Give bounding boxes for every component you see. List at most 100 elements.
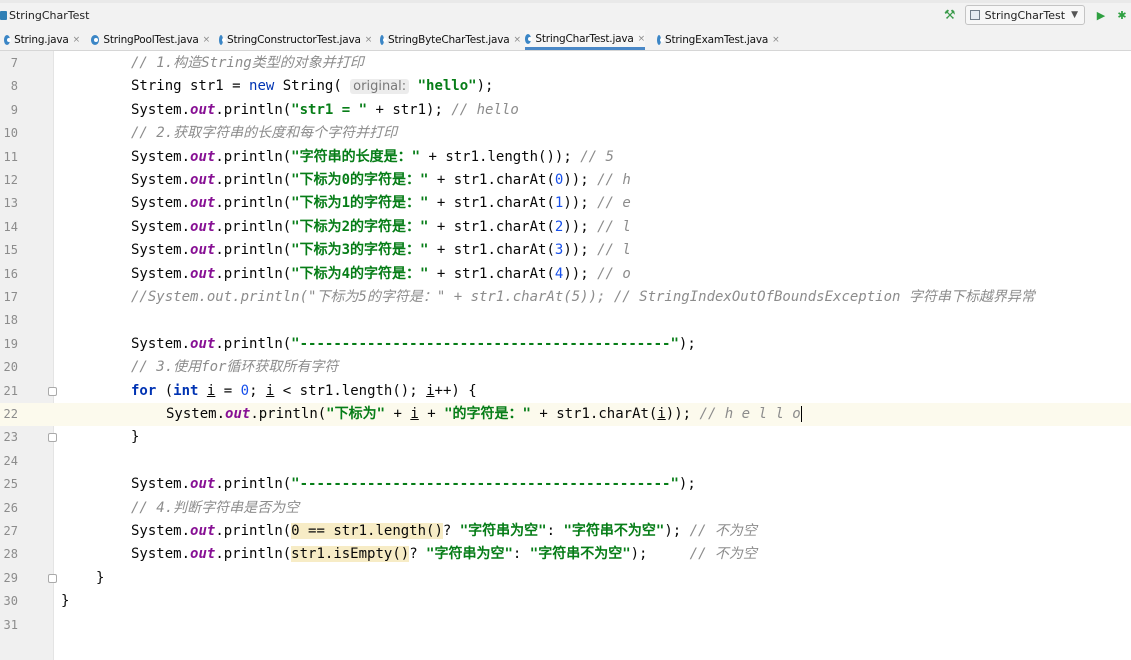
code-token: //System.out.println("下标为5的字符是：" + str1.…: [131, 289, 1035, 305]
build-hammer-icon[interactable]: ⚒: [941, 7, 959, 23]
code-line[interactable]: 20 // 3.使用for循环获取所有字符: [0, 356, 1131, 379]
editor-tab[interactable]: StringCharTest.java ×: [525, 30, 645, 50]
code-line[interactable]: 8 String str1 = new String( original: "he…: [0, 75, 1131, 98]
fold-marker-icon[interactable]: [48, 386, 57, 396]
line-number: 27: [3, 524, 18, 538]
code-line[interactable]: 30}: [0, 590, 1131, 613]
editor-tab[interactable]: String.java ×: [4, 30, 80, 50]
code-token: ));: [563, 172, 598, 188]
code-token: + str1.charAt(: [428, 265, 555, 282]
run-configuration-selector[interactable]: StringCharTest ▼: [964, 5, 1085, 25]
code-line[interactable]: 27 System.out.println(0 == str1.length()?…: [0, 520, 1131, 543]
code-token: "hello": [417, 78, 477, 95]
code-token: // hello: [451, 101, 519, 118]
line-number: 17: [3, 290, 18, 304]
code-token: + str1);: [367, 101, 452, 118]
editor-tab[interactable]: StringPoolTest.java ×: [91, 30, 210, 50]
line-number: 12: [3, 173, 18, 187]
code-token: +: [385, 406, 411, 422]
editor-tab-label: StringConstructorTest.java: [227, 34, 361, 46]
code-line[interactable]: 24: [0, 450, 1131, 473]
code-token: i: [426, 382, 435, 399]
breadcrumb[interactable]: StringCharTest: [0, 9, 89, 22]
close-icon[interactable]: ×: [638, 34, 646, 44]
run-configuration-label: StringCharTest: [984, 8, 1066, 22]
application-config-icon: [969, 10, 980, 20]
code-token: "下标为4的字符是：": [291, 265, 429, 282]
code-token: out: [190, 148, 216, 165]
code-line[interactable]: 18: [0, 309, 1131, 332]
line-number: 7: [10, 56, 18, 70]
close-icon[interactable]: ×: [772, 35, 780, 45]
code-line[interactable]: 13 System.out.println("下标为1的字符是：" + str1.…: [0, 192, 1131, 215]
code-text: System.out.println("下标为2的字符是：" + str1.ch…: [131, 216, 631, 239]
editor-tab[interactable]: StringConstructorTest.java ×: [219, 30, 372, 50]
run-icon[interactable]: ▶: [1095, 9, 1107, 22]
code-line[interactable]: 15 System.out.println("下标为3的字符是：" + str1.…: [0, 239, 1131, 262]
code-line[interactable]: 17 //System.out.println("下标为5的字符是：" + str…: [0, 286, 1131, 309]
line-number: 10: [3, 126, 18, 141]
close-icon[interactable]: ×: [513, 35, 521, 45]
code-token: "字符串不为空": [529, 546, 631, 563]
code-token: ?: [409, 546, 427, 563]
code-line[interactable]: 28 System.out.println(str1.isEmpty()? "字符…: [0, 543, 1131, 566]
code-line[interactable]: 10 // 2.获取字符串的长度和每个字符并打印: [0, 122, 1131, 145]
code-token: // l: [597, 218, 631, 235]
code-token: );: [630, 546, 690, 563]
editor-tab-bar: String.java × StringPoolTest.java × StringCo…: [0, 30, 1131, 51]
code-token: ?: [442, 523, 460, 539]
code-line[interactable]: 21 for (int i = 0; i < str1.length(); i++…: [0, 380, 1131, 403]
code-token: + str1.charAt(: [428, 218, 555, 235]
editor-tab[interactable]: StringByteCharTest.java ×: [380, 30, 521, 50]
code-token: // 4.判断字符串是否为空: [131, 499, 300, 516]
code-editor[interactable]: 7 // 1.构造String类型的对象并打印 8 String str1 = new…: [0, 51, 1131, 660]
code-token: out: [225, 406, 251, 422]
line-number: 28: [3, 547, 18, 562]
code-token: .println(: [215, 523, 292, 539]
code-token: out: [190, 218, 216, 235]
code-token: .println(: [215, 148, 292, 165]
code-token: ));: [563, 218, 598, 235]
code-line[interactable]: 14 System.out.println("下标为2的字符是：" + str1.…: [0, 216, 1131, 239]
line-number: 14: [3, 219, 18, 234]
code-line[interactable]: 22 System.out.println("下标为" + i + "的字符是："…: [0, 403, 1131, 426]
code-token: "字符串为空": [459, 523, 547, 539]
code-token: out: [190, 523, 216, 539]
code-line[interactable]: 11 System.out.println("字符串的长度是：" + str1.l…: [0, 146, 1131, 169]
code-token: );: [678, 335, 696, 352]
close-icon[interactable]: ×: [203, 35, 211, 45]
breadcrumb-label: StringCharTest: [9, 9, 90, 22]
code-token: "字符串的长度是：": [291, 148, 421, 165]
code-text: // 3.使用for循环获取所有字符: [131, 356, 338, 379]
code-token: (: [156, 382, 174, 399]
code-line[interactable]: 31: [0, 614, 1131, 637]
editor-tab-label: StringByteCharTest.java: [388, 34, 510, 46]
close-icon[interactable]: ×: [73, 35, 81, 45]
code-token: .println(: [215, 242, 292, 259]
code-line[interactable]: 7 // 1.构造String类型的对象并打印: [0, 52, 1131, 75]
code-line[interactable]: 12 System.out.println("下标为0的字符是：" + str1.…: [0, 169, 1131, 192]
code-token: out: [190, 476, 216, 493]
code-line[interactable]: 26 // 4.判断字符串是否为空: [0, 497, 1131, 520]
code-line[interactable]: 16 System.out.println("下标为4的字符是：" + str1.…: [0, 263, 1131, 286]
line-number: 24: [3, 453, 18, 468]
line-number: 19: [3, 336, 18, 351]
code-line[interactable]: 19 System.out.println("------------------…: [0, 333, 1131, 356]
code-token: + str1.charAt(: [428, 172, 555, 188]
line-number: 30: [3, 594, 18, 609]
code-line[interactable]: 23}: [0, 426, 1131, 449]
code-text: System.out.println("下标为0的字符是：" + str1.ch…: [131, 169, 631, 192]
close-icon[interactable]: ×: [365, 35, 373, 45]
fold-marker-icon[interactable]: [48, 433, 57, 443]
editor-tab[interactable]: StringExamTest.java ×: [657, 30, 780, 50]
fold-marker-icon[interactable]: [48, 573, 57, 583]
editor-tab-label: StringCharTest.java: [535, 32, 634, 45]
code-token: ));: [563, 195, 598, 212]
debug-icon[interactable]: ✱: [1115, 8, 1129, 22]
code-line[interactable]: 9 System.out.println("str1 = " + str1); /…: [0, 99, 1131, 122]
code-token: =: [215, 382, 241, 399]
code-line[interactable]: 29}: [0, 567, 1131, 590]
code-line[interactable]: 25 System.out.println("------------------…: [0, 473, 1131, 496]
